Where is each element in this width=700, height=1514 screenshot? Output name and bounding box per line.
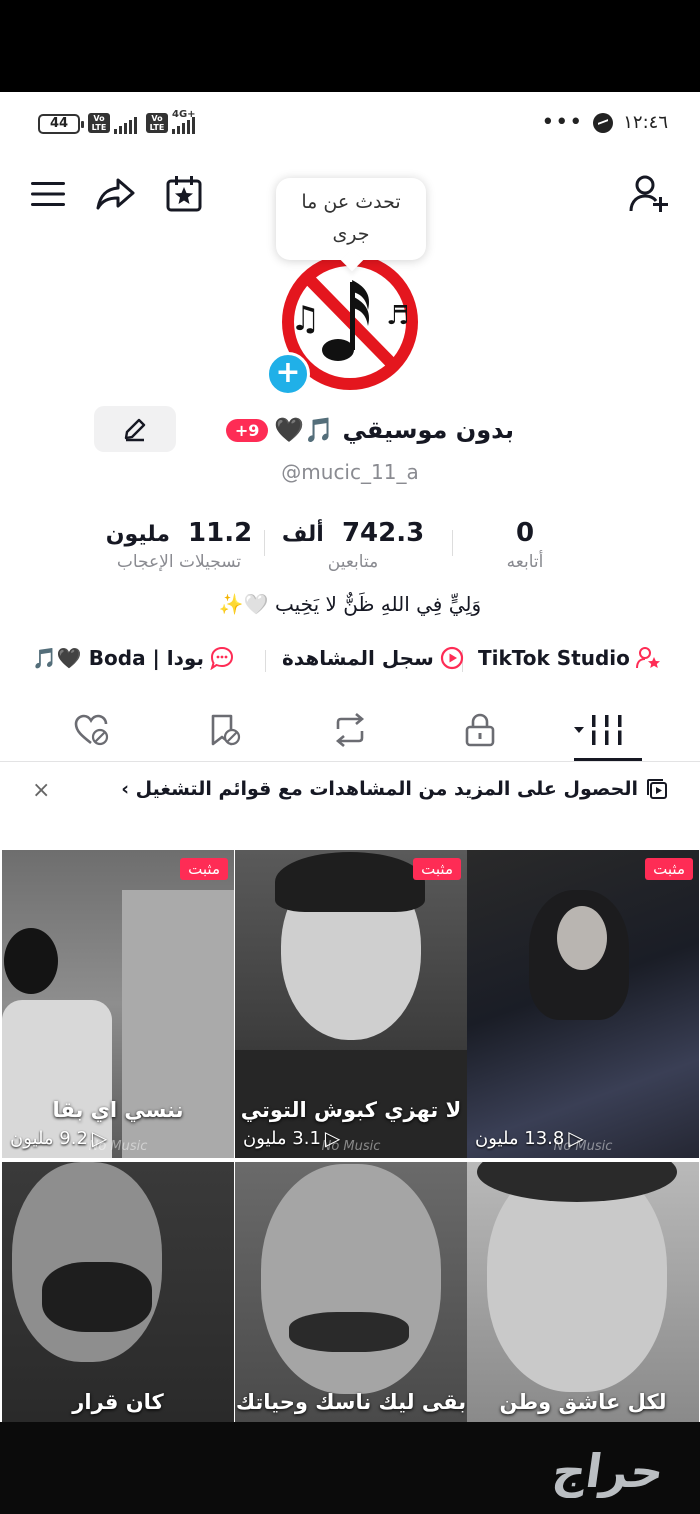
tab-videos[interactable] xyxy=(570,708,630,752)
screenshot-frame: 44 Vo LTE Vo LTE 4G+ ••• ١٢:٤٦ ♫ ♬ + تحد… xyxy=(0,0,700,1514)
video-caption: ننسي اي بقا xyxy=(52,1098,184,1122)
status-prompt-bubble[interactable]: تحدث عن ما جرى xyxy=(276,178,426,260)
video-watermark: No Music xyxy=(88,1139,148,1154)
playlist-promo-banner[interactable]: × الحصول على المزيد من المشاهدات مع قوائ… xyxy=(0,778,700,828)
profile-handle: @mucic_11_a xyxy=(281,460,419,484)
add-story-button[interactable]: + xyxy=(266,352,310,396)
volte-icon: Vo LTE xyxy=(88,113,110,133)
pinned-badge: مثبت xyxy=(180,858,228,880)
tiktok-profile-screen: 44 Vo LTE Vo LTE 4G+ ••• ١٢:٤٦ ♫ ♬ + تحد… xyxy=(0,92,700,1422)
content-tabs xyxy=(0,698,700,762)
likes-count: 11.2 xyxy=(188,518,253,548)
lock-icon xyxy=(465,713,495,747)
svg-text:♬: ♬ xyxy=(386,301,409,331)
share-button[interactable] xyxy=(94,172,138,216)
grid-dropdown-icon xyxy=(574,715,625,745)
following-label: أتابعه xyxy=(506,552,544,572)
signal-icon xyxy=(172,114,195,134)
profile-bio: وَلِيٍّ فِي اللهِ ظَنٌّ لا يَخِيب 🤍✨ xyxy=(218,592,482,616)
followers-count: 742.3 xyxy=(341,518,425,548)
calendar-button[interactable] xyxy=(162,172,206,216)
tiktok-studio-label: TikTok Studio xyxy=(478,646,630,670)
stat-likes[interactable]: 11.2 مليون تسجيلات الإعجاب xyxy=(96,518,262,572)
profile-links-row: TikTok Studio سجل المشاهدة بودا | Boda 🖤… xyxy=(0,646,700,676)
video-thumbnail[interactable]: لكل عاشق وطن xyxy=(467,1162,699,1422)
video-thumbnail[interactable]: مثبت لا تهزي كبوش التوتي ▷ 3.1 مليون No M… xyxy=(235,850,467,1158)
video-thumbnail[interactable]: مثبت ننسي اي بقا ▷ 9.2 مليون No Music xyxy=(2,850,234,1158)
stat-followers[interactable]: 742.3 ألف متابعين xyxy=(278,518,428,572)
video-caption: كان قرار xyxy=(72,1390,164,1414)
menu-button[interactable] xyxy=(26,172,70,216)
volte-icon: Vo LTE xyxy=(146,113,168,133)
profile-stats: 0 أتابعه 742.3 ألف متابعين 11.2 مليون تس… xyxy=(0,518,700,588)
tab-reposts[interactable] xyxy=(320,708,380,752)
calendar-star-icon xyxy=(166,176,202,212)
tiktok-studio-link[interactable]: TikTok Studio xyxy=(478,646,662,670)
heart-hidden-icon xyxy=(74,714,109,746)
video-caption: بقى ليك ناسك وحياتك xyxy=(235,1390,467,1414)
messenger-icon xyxy=(593,112,614,133)
video-caption: لا تهزي كبوش التوتي xyxy=(240,1098,462,1122)
likes-label: تسجيلات الإعجاب xyxy=(116,552,242,572)
video-thumbnail[interactable]: مثبت ▷ 13.8 مليون No Music xyxy=(467,850,699,1158)
boda-label: بودا | Boda 🖤🎵 xyxy=(32,646,204,670)
notification-badge[interactable]: +9 xyxy=(225,418,269,442)
video-grid: مثبت ▷ 13.8 مليون No Music مثبت لا تهزي ك… xyxy=(0,850,700,1422)
pinned-badge: مثبت xyxy=(413,858,461,880)
video-watermark: No Music xyxy=(321,1139,381,1154)
tab-liked[interactable] xyxy=(62,708,122,752)
battery-indicator: 44 xyxy=(38,114,84,134)
likes-unit: مليون xyxy=(105,522,170,547)
hamburger-icon xyxy=(31,182,65,206)
bookmark-hidden-icon xyxy=(211,714,241,746)
followers-label: متابعين xyxy=(327,552,379,572)
stat-following[interactable]: 0 أتابعه xyxy=(480,518,570,572)
tab-favorites[interactable] xyxy=(194,708,254,752)
profile-name-row: بدون موسيقي 🎵🖤 +9 xyxy=(194,410,514,450)
video-caption: لكل عاشق وطن xyxy=(499,1390,667,1414)
playlist-icon xyxy=(647,779,667,799)
boda-link[interactable]: بودا | Boda 🖤🎵 xyxy=(32,646,234,670)
add-friend-button[interactable] xyxy=(628,172,672,216)
divider xyxy=(264,530,265,556)
edit-profile-button[interactable] xyxy=(94,406,176,452)
share-arrow-icon xyxy=(96,178,135,210)
pencil-icon xyxy=(124,418,146,442)
video-watermark: No Music xyxy=(553,1139,613,1154)
banner-text: الحصول على المزيد من المشاهدات مع قوائم … xyxy=(121,778,638,800)
creator-star-icon xyxy=(635,647,660,669)
active-tab-indicator xyxy=(574,758,642,761)
play-circle-icon xyxy=(440,646,463,670)
divider xyxy=(452,530,453,556)
profile-name: بدون موسيقي 🎵🖤 xyxy=(274,416,514,444)
watch-history-label: سجل المشاهدة xyxy=(282,646,434,670)
repost-icon xyxy=(335,713,365,747)
bubble-text: تحدث عن ما xyxy=(301,191,401,213)
tab-private[interactable] xyxy=(450,708,510,752)
close-banner-button[interactable]: × xyxy=(32,778,50,803)
bubble-text: جرى xyxy=(332,223,370,245)
svg-text:♫: ♫ xyxy=(290,299,320,339)
signal-icon xyxy=(114,114,137,134)
site-watermark: حراج xyxy=(549,1444,668,1498)
following-count: 0 xyxy=(515,518,535,548)
chat-bubble-icon xyxy=(210,646,233,670)
followers-unit: ألف xyxy=(281,522,324,547)
pinned-badge: مثبت xyxy=(645,858,693,880)
watch-history-link[interactable]: سجل المشاهدة xyxy=(282,646,464,670)
divider xyxy=(265,650,266,672)
clock: ١٢:٤٦ xyxy=(623,112,668,133)
more-notifications-icon: ••• xyxy=(541,109,584,135)
video-thumbnail[interactable]: بقى ليك ناسك وحياتك xyxy=(235,1162,467,1422)
add-user-icon xyxy=(629,175,668,212)
video-thumbnail[interactable]: كان قرار xyxy=(2,1162,234,1422)
status-bar: 44 Vo LTE Vo LTE 4G+ ••• ١٢:٤٦ xyxy=(0,110,700,140)
